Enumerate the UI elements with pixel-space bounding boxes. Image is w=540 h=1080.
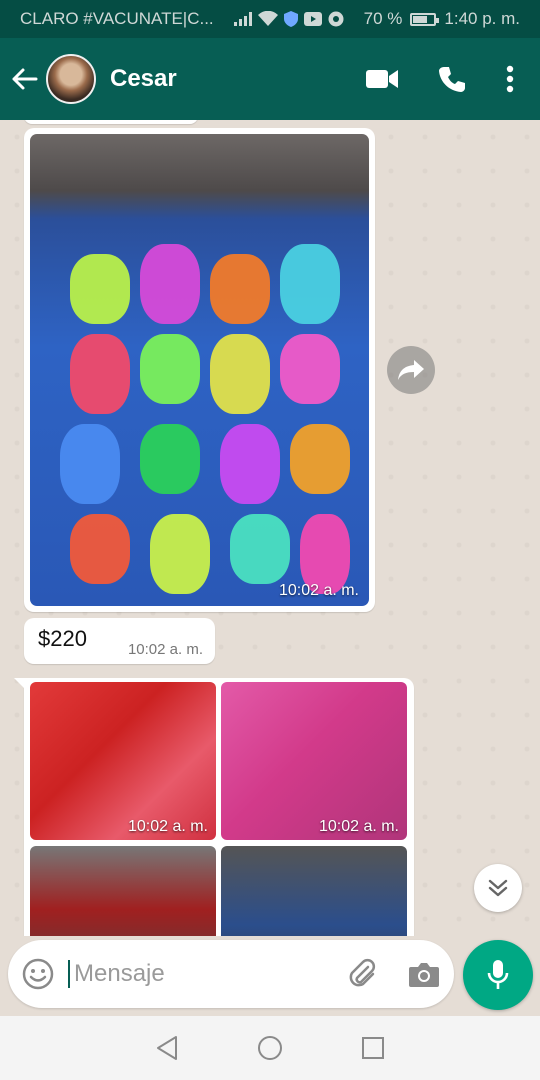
chat-header: Cesar [0,38,540,120]
camera-icon[interactable] [408,960,440,988]
forward-icon [398,360,424,380]
signal-icon [233,12,252,26]
nav-home-icon[interactable] [257,1035,283,1061]
message-timestamp: 10:02 a. m. [278,582,359,599]
contact-name[interactable]: Cesar [110,65,177,93]
double-chevron-down-icon [488,879,508,897]
chrome-icon [328,11,344,27]
forward-button[interactable] [387,346,435,394]
scroll-to-bottom-button[interactable] [474,864,522,912]
message-timestamp: 10:02 a. m. [318,818,399,835]
nav-back-icon[interactable] [155,1035,179,1061]
message-text: $220 [38,626,87,651]
battery-icon [410,12,440,26]
chat-area[interactable]: 10:02 a. m. $220 10:02 a. m. 10:02 a. m.… [0,120,540,936]
mic-icon [487,960,509,989]
image-message[interactable]: 10:02 a. m. [24,128,375,612]
album-photo-toys[interactable] [221,846,407,936]
message-timestamp: 10:02 a. m. [127,818,208,835]
previous-message-bubble[interactable] [24,120,198,124]
toy-photo[interactable]: 10:02 a. m. [30,134,369,606]
text-message[interactable]: $220 10:02 a. m. [24,618,215,664]
message-timestamp: 10:02 a. m. [127,641,203,658]
youtube-icon [303,12,322,26]
wifi-icon [257,11,278,26]
photo-album-message[interactable]: 10:02 a. m. 10:02 a. m. [14,678,414,936]
system-navigation-bar [0,1016,540,1080]
avatar[interactable] [46,54,96,104]
shield-icon [283,11,298,27]
clock: 1:40 p. m. [444,9,520,28]
nav-recents-icon[interactable] [361,1036,385,1060]
album-photo-doctor-kit-pink[interactable]: 10:02 a. m. [221,682,407,840]
back-button[interactable] [0,67,46,91]
battery-percent: 70 % [363,9,403,28]
back-arrow-icon [12,68,38,90]
message-input[interactable] [68,960,308,988]
album-photo-trucks[interactable] [30,846,216,936]
attach-icon[interactable] [346,958,378,990]
status-bar: CLARO #VACUNATE|C... 70 % 1:40 p. m. [0,0,540,38]
message-composer [8,940,454,1008]
carrier-name: CLARO #VACUNATE|C... [20,9,214,28]
mic-button[interactable] [463,940,533,1010]
emoji-icon[interactable] [22,958,54,990]
video-call-icon[interactable] [366,68,398,90]
more-options-icon[interactable] [506,65,514,93]
phone-icon[interactable] [438,65,466,93]
album-photo-doctor-kit-red[interactable]: 10:02 a. m. [30,682,216,840]
